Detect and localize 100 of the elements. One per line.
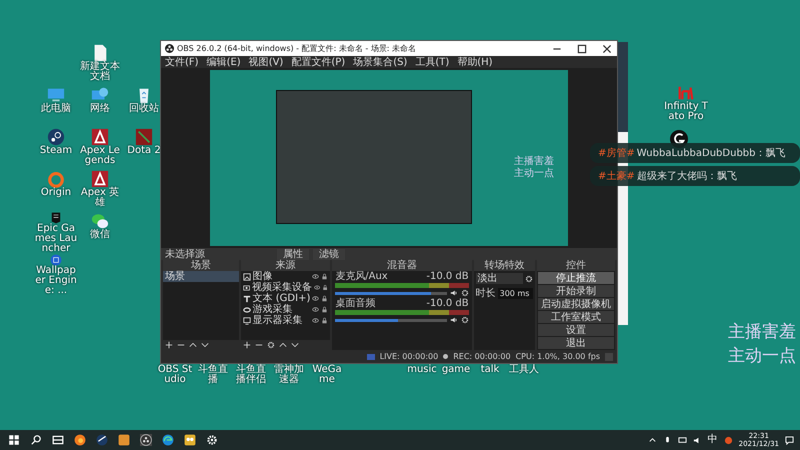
preview-overlay-text: 主动一点: [514, 168, 554, 180]
apex-icon[interactable]: [91, 128, 109, 146]
transition-select[interactable]: 淡出: [476, 273, 524, 284]
volume-slider[interactable]: [335, 292, 447, 294]
channel-reading: -10.0 dB: [426, 272, 469, 282]
menu-item[interactable]: 场景集合(S): [353, 56, 408, 68]
game-source-icon: [242, 306, 251, 314]
channel-reading: -10.0 dB: [426, 299, 469, 309]
eye-icon[interactable]: [312, 295, 320, 302]
menu-item[interactable]: 工具(T): [415, 56, 450, 68]
settings-icon[interactable]: [266, 341, 275, 349]
steam-icon[interactable]: [96, 434, 108, 446]
control-button[interactable]: 工作室模式: [538, 311, 614, 323]
control-button[interactable]: 开始录制: [538, 285, 614, 297]
desktop-icon-label: 微信: [89, 230, 111, 240]
tray-app-icon[interactable]: [724, 436, 733, 444]
source-item[interactable]: 游戏采集: [252, 304, 310, 315]
resize-grip-icon: [605, 352, 613, 360]
apex-icon[interactable]: [91, 170, 109, 188]
source-item[interactable]: 文本 (GDI+): [252, 293, 310, 304]
menu-item[interactable]: 文件(F): [165, 56, 199, 68]
down-icon[interactable]: [201, 341, 209, 349]
chat-message: 超级来了大佬吗：飘飞: [636, 170, 737, 183]
image-source-icon: [242, 272, 251, 280]
desktop-icon-label: Dota 2: [126, 146, 162, 156]
dota-icon[interactable]: [135, 128, 153, 146]
search-icon[interactable]: [30, 434, 42, 446]
close-icon[interactable]: [601, 42, 613, 54]
up-icon[interactable]: [278, 341, 287, 349]
browser-icon[interactable]: [74, 434, 86, 446]
desktop-icon-label: Infinity Tato Pro: [664, 102, 708, 122]
settings-icon[interactable]: [460, 289, 469, 297]
pc-icon[interactable]: [47, 86, 65, 104]
steam-icon[interactable]: [47, 128, 65, 146]
notification-icon[interactable]: [785, 436, 794, 444]
duration-field[interactable]: 300 ms: [498, 288, 534, 299]
menu-item[interactable]: 视图(V): [248, 56, 284, 68]
lock-icon[interactable]: [322, 284, 328, 291]
chevron-up-icon[interactable]: [648, 436, 657, 444]
eye-icon[interactable]: [312, 306, 320, 313]
menu-item[interactable]: 编辑(E): [206, 56, 241, 68]
maximize-icon[interactable]: [576, 42, 588, 54]
no-source-label: 未选择源: [165, 248, 206, 260]
eye-icon[interactable]: [312, 317, 320, 324]
eye-icon[interactable]: [314, 284, 320, 291]
text-source-icon: [242, 294, 251, 302]
obs-logo-icon: [165, 44, 174, 53]
duration-label: 时长: [476, 288, 496, 299]
cpu-fps: CPU: 1.0%, 30.00 fps: [516, 352, 600, 361]
owl-icon[interactable]: [184, 434, 196, 446]
properties-tab[interactable]: 属性: [277, 248, 309, 260]
rec-indicator-icon: [443, 354, 448, 359]
menu-item[interactable]: 配置文件(P): [291, 56, 346, 68]
source-item[interactable]: 显示器采集: [252, 315, 310, 326]
lock-icon[interactable]: [321, 273, 328, 280]
volume-slider[interactable]: [335, 318, 447, 322]
add-icon[interactable]: [165, 341, 173, 349]
scene-item[interactable]: 场景: [163, 271, 239, 282]
windows-start-icon[interactable]: [8, 434, 20, 446]
live-indicator-icon: [366, 354, 375, 360]
source-item[interactable]: 视频采集设备: [252, 282, 312, 293]
speaker-icon[interactable]: [450, 289, 458, 297]
menu-item[interactable]: 帮助(H): [457, 56, 493, 68]
up-icon[interactable]: [189, 341, 197, 349]
desktop-icon-label: Origin: [40, 188, 72, 198]
desktop-icon-label: 回收站: [128, 104, 160, 114]
lock-icon[interactable]: [321, 317, 328, 324]
network-icon[interactable]: [678, 436, 687, 444]
settings-icon[interactable]: [460, 316, 469, 324]
wechat-icon[interactable]: [91, 212, 109, 230]
dock-header: 转场特效: [474, 260, 536, 271]
desktop-icon-label: OBS Studio: [156, 365, 194, 385]
lock-icon[interactable]: [321, 306, 328, 313]
down-icon[interactable]: [290, 341, 299, 349]
rec-time: REC: 00:00:00: [453, 352, 511, 361]
lock-icon[interactable]: [321, 295, 328, 302]
eye-icon[interactable]: [312, 273, 320, 280]
control-button[interactable]: 启动虚拟摄像机: [538, 298, 614, 310]
chat-message: WubbaLubbaDubDubbb：飘飞: [636, 147, 786, 160]
control-button[interactable]: 设置: [538, 324, 614, 336]
source-item[interactable]: 图像: [252, 271, 310, 282]
overlay-text: 主动一点: [728, 345, 796, 368]
task-view-icon[interactable]: [52, 434, 64, 446]
desktop-icon-label: 斗鱼直播: [197, 365, 229, 385]
control-button[interactable]: 退出: [538, 337, 614, 349]
properties-tab[interactable]: 滤镜: [313, 248, 345, 260]
desktop-icon-label: 雷神加速器: [273, 365, 305, 385]
live-time: LIVE: 00:00:00: [380, 352, 438, 361]
dock-header: 控件: [537, 260, 615, 271]
obs-icon[interactable]: [140, 434, 152, 446]
channel-name: 桌面音频: [335, 299, 376, 309]
input-method-indicator[interactable]: 中: [708, 434, 718, 446]
settings-icon[interactable]: [525, 274, 534, 282]
edge-icon[interactable]: [162, 434, 174, 446]
speaker-icon[interactable]: [450, 316, 458, 324]
add-icon[interactable]: [242, 341, 251, 349]
desktop-icon-label: Wallpaper Engine: ...: [34, 266, 78, 296]
desktop-icon-label: WeGame: [311, 365, 343, 385]
control-button[interactable]: 停止推流: [538, 272, 614, 284]
app-icon[interactable]: [118, 434, 130, 446]
